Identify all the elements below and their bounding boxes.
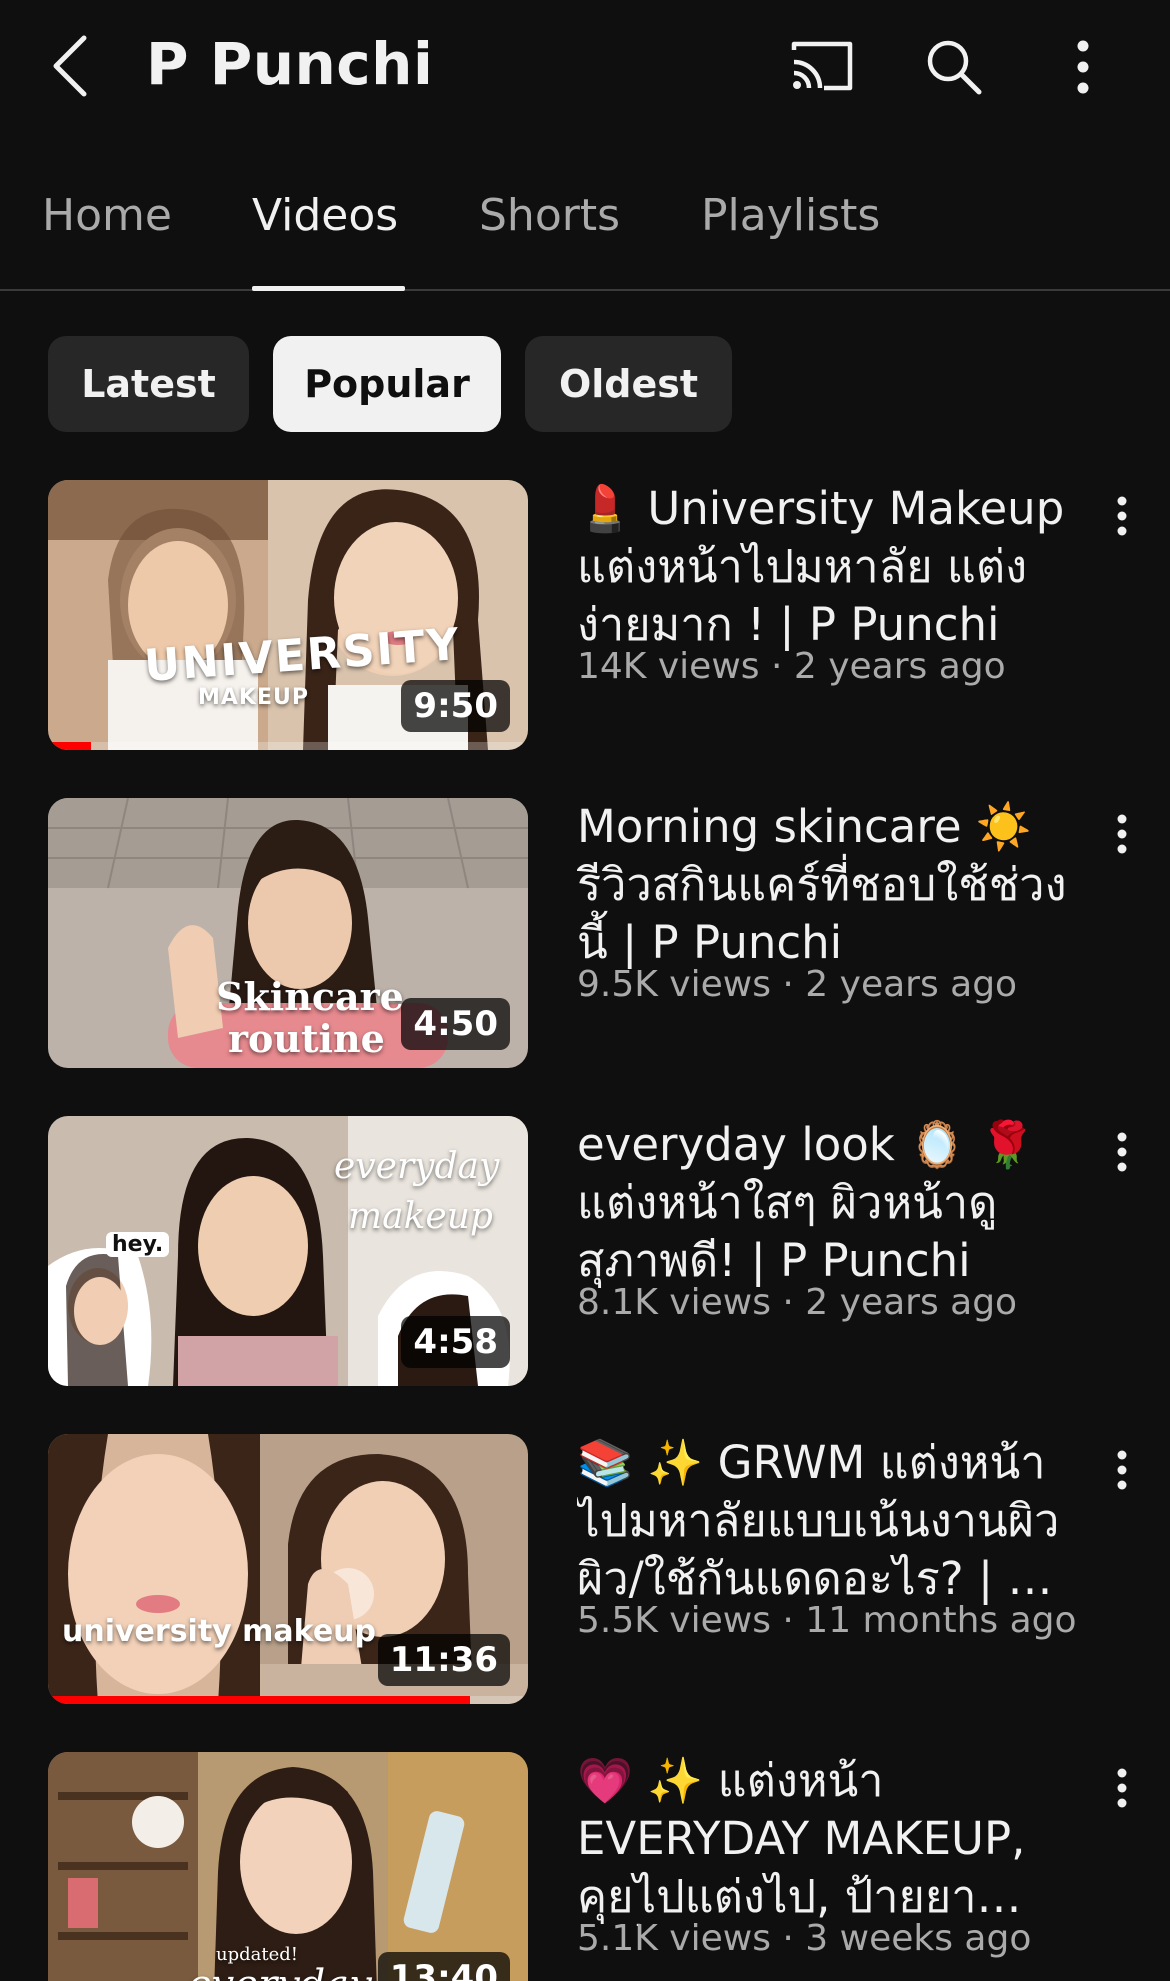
video-metadata: 5.5K views · 11 months ago xyxy=(577,1600,1077,1641)
filter-chip-popular[interactable]: Popular xyxy=(273,336,501,432)
video-title[interactable]: 💄 University Makeup แต่งหน้าไปมหาลัย แต่… xyxy=(577,480,1077,654)
more-vertical-icon xyxy=(1077,40,1089,94)
video-metadata: 9.5K views · 2 years ago xyxy=(577,964,1018,1005)
video-title[interactable]: Morning skincare ☀️ รีวิวสกินแคร์ที่ชอบใ… xyxy=(577,798,1077,972)
tab-playlists[interactable]: Playlists xyxy=(701,190,880,291)
video-thumbnail[interactable]: updated! everyday 13:40 xyxy=(48,1752,528,1981)
video-duration: 13:40 xyxy=(377,1952,510,1981)
app-header: P Punchi xyxy=(0,0,1170,140)
tab-videos[interactable]: Videos xyxy=(252,190,405,291)
video-title[interactable]: 📚 ✨ GRWM แต่งหน้าไปมหาลัยแบบเน้นงานผิว ผ… xyxy=(577,1434,1077,1608)
video-thumbnail[interactable]: Skincare routine 4:50 xyxy=(48,798,528,1068)
cast-icon xyxy=(791,41,853,91)
thumbnail-subtitle: makeup xyxy=(348,1196,493,1237)
video-thumbnail[interactable]: UNIVERSITY MAKEUP 9:50 xyxy=(48,480,528,750)
tab-home[interactable]: Home xyxy=(42,190,172,291)
tab-label: Home xyxy=(42,190,172,241)
cast-button[interactable] xyxy=(784,32,860,102)
video-list-item[interactable]: university makeup 11:36 📚 ✨ GRWM แต่งหน้… xyxy=(0,1434,1170,1714)
video-action-menu-button[interactable] xyxy=(1098,486,1146,546)
video-thumbnail[interactable]: university makeup 11:36 xyxy=(48,1434,528,1704)
watch-progress-bar xyxy=(48,1696,528,1704)
thumbnail-title: everyday xyxy=(334,1146,500,1187)
thumbnail-subtitle: MAKEUP xyxy=(198,685,309,710)
video-metadata: 5.1K views · 3 weeks ago xyxy=(577,1918,1032,1959)
more-vertical-icon xyxy=(1117,496,1127,536)
watch-progress-fill xyxy=(48,1696,471,1704)
more-vertical-icon xyxy=(1117,1768,1127,1808)
watch-progress-bar xyxy=(48,742,528,750)
tab-label: Shorts xyxy=(479,190,621,241)
video-duration: 4:50 xyxy=(401,998,510,1050)
search-icon xyxy=(927,40,982,95)
video-action-menu-button[interactable] xyxy=(1098,1440,1146,1500)
video-action-menu-button[interactable] xyxy=(1098,1758,1146,1818)
more-options-button[interactable] xyxy=(1048,32,1118,102)
search-button[interactable] xyxy=(916,32,992,102)
filter-chip-oldest[interactable]: Oldest xyxy=(525,336,732,432)
video-action-menu-button[interactable] xyxy=(1098,1122,1146,1182)
more-vertical-icon xyxy=(1117,1450,1127,1490)
thumbnail-title: university makeup xyxy=(62,1614,377,1649)
thumbnail-tag: hey. xyxy=(106,1232,170,1257)
back-button[interactable] xyxy=(40,28,100,104)
channel-title: P Punchi xyxy=(146,30,434,98)
thumbnail-subtitle: routine xyxy=(228,1016,385,1061)
tab-label: Videos xyxy=(252,190,399,241)
video-duration: 4:58 xyxy=(401,1316,510,1368)
more-vertical-icon xyxy=(1117,814,1127,854)
video-list-item[interactable]: everyday makeup hey. 4:58 everyday look … xyxy=(0,1116,1170,1396)
video-list-item[interactable]: Skincare routine 4:50 Morning skincare ☀… xyxy=(0,798,1170,1078)
video-thumbnail[interactable]: everyday makeup hey. 4:58 xyxy=(48,1116,528,1386)
tab-label: Playlists xyxy=(701,190,881,241)
video-metadata: 8.1K views · 2 years ago xyxy=(577,1282,1018,1323)
thumbnail-title: Skincare xyxy=(216,974,404,1019)
video-metadata: 14K views · 2 years ago xyxy=(577,646,1006,687)
chevron-left-icon xyxy=(53,35,87,97)
video-title[interactable]: everyday look 🪞 🌹 แต่งหน้าใสๆ ผิวหน้าดูส… xyxy=(577,1116,1077,1290)
video-duration: 11:36 xyxy=(377,1634,510,1686)
video-duration: 9:50 xyxy=(401,680,510,732)
more-vertical-icon xyxy=(1117,1132,1127,1172)
video-action-menu-button[interactable] xyxy=(1098,804,1146,864)
video-list-item[interactable]: UNIVERSITY MAKEUP 9:50 💄 University Make… xyxy=(0,480,1170,760)
thumbnail-title: everyday xyxy=(188,1962,372,1981)
tab-shorts[interactable]: Shorts xyxy=(479,190,620,291)
video-list-item[interactable]: updated! everyday 13:40 💗 ✨ แต่งหน้า EVE… xyxy=(0,1752,1170,1981)
filter-chip-latest[interactable]: Latest xyxy=(48,336,249,432)
channel-tabs: Home Videos Shorts Playlists xyxy=(0,178,1170,291)
watch-progress-fill xyxy=(48,742,92,750)
video-title[interactable]: 💗 ✨ แต่งหน้า EVERYDAY MAKEUP, คุยไปแต่งไ… xyxy=(577,1752,1077,1926)
